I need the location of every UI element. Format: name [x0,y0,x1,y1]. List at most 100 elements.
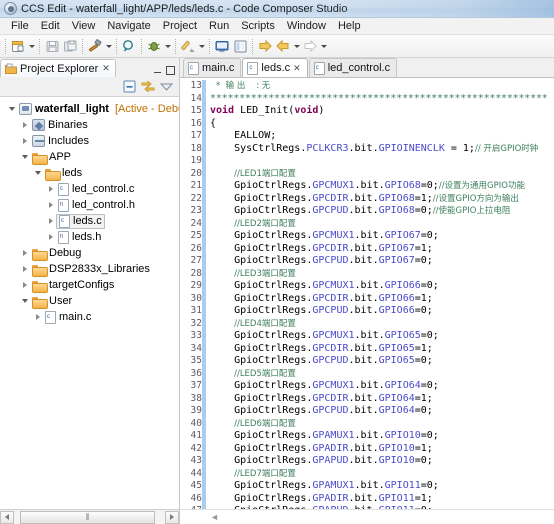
chevron-down-icon[interactable] [19,155,30,159]
code-line[interactable]: EALLOW; [210,130,554,143]
terminal-icon[interactable] [231,37,249,56]
debug-dropdown-icon[interactable] [163,37,172,56]
code-line[interactable]: GpioCtrlRegs.GPCDIR.bit.GPIO65=1; [210,343,554,356]
code-line[interactable]: GpioCtrlRegs.GPCPUD.bit.GPIO66=0; [210,305,554,318]
tree-item-led-control-h[interactable]: led_control.h [0,197,179,213]
tree-item-debug[interactable]: Debug [0,245,179,261]
chevron-right-icon[interactable] [45,218,56,224]
maximize-icon[interactable] [166,66,175,75]
code-line[interactable]: GpioCtrlRegs.GPCMUX1.bit.GPIO68=0;//设置为通… [210,180,554,193]
menu-view[interactable]: View [66,19,102,33]
tab-project-explorer[interactable]: Project Explorer ✕ [0,59,116,77]
code-line[interactable]: GpioCtrlRegs.GPCPUD.bit.GPIO68=0;//使能GPI… [210,205,554,218]
scroll-left-icon[interactable] [0,510,14,524]
chevron-right-icon[interactable] [19,122,30,128]
build-dropdown-icon[interactable] [104,37,113,56]
explorer-scroll-track[interactable]: ⦀ [14,510,165,524]
code-line[interactable]: { [210,118,554,131]
forward-nav-icon[interactable] [256,37,274,56]
code-line[interactable]: //LED7端口配置 [210,468,554,481]
debug-probe-icon[interactable] [120,37,138,56]
scroll-right-icon[interactable] [165,510,179,524]
code-line[interactable]: GpioCtrlRegs.GPCPUD.bit.GPIO65=0; [210,355,554,368]
link-with-editor-icon[interactable] [141,80,155,93]
code-line[interactable]: //LED3端口配置 [210,268,554,281]
chevron-right-icon[interactable] [19,138,30,144]
tree-item-waterfall-light[interactable]: waterfall_light [Active - Debug [0,101,179,117]
chevron-right-icon[interactable] [19,282,30,288]
code-line[interactable]: GpioCtrlRegs.GPCPUD.bit.GPIO64=0; [210,405,554,418]
chevron-right-icon[interactable] [45,234,56,240]
save-all-icon[interactable] [61,37,79,56]
menu-project[interactable]: Project [157,19,203,33]
minimize-icon[interactable] [153,66,162,75]
back-dropdown-icon[interactable] [292,37,301,56]
chevron-right-icon[interactable] [19,266,30,272]
debug-bug-icon[interactable] [145,37,163,56]
chevron-right-icon[interactable] [45,186,56,192]
code-line[interactable] [210,155,554,168]
tree-item-led-control-c[interactable]: led_control.c [0,181,179,197]
code-line[interactable]: GpioCtrlRegs.GPCDIR.bit.GPIO67=1; [210,243,554,256]
project-tree[interactable]: waterfall_light [Active - Debug Binaries In… [0,97,179,509]
code-line[interactable]: GpioCtrlRegs.GPCMUX1.bit.GPIO64=0; [210,380,554,393]
code-line[interactable]: SysCtrlRegs.PCLKCR3.bit.GPIOINENCLK = 1;… [210,143,554,156]
menu-scripts[interactable]: Scripts [235,19,281,33]
code-text[interactable]: * 输 出 : 无 *******************************… [206,78,554,509]
chevron-right-icon[interactable] [32,314,43,320]
tree-item-binaries[interactable]: Binaries [0,117,179,133]
code-line[interactable]: //LED5端口配置 [210,368,554,381]
tree-item-dsp2833x-libraries[interactable]: DSP2833x_Libraries [0,261,179,277]
chevron-right-icon[interactable] [45,202,56,208]
editor-scroll-left-icon[interactable]: ◄ [206,512,219,522]
code-editor[interactable]: 13 14 15 16 17 18 19 20 21 22 23 24 25 26 27 28 29 30 31 32… [180,78,554,509]
code-line[interactable]: GpioCtrlRegs.GPCDIR.bit.GPIO66=1; [210,293,554,306]
new-dropdown-icon[interactable] [27,37,36,56]
back-nav-icon[interactable] [274,37,292,56]
chevron-down-icon[interactable] [19,299,30,303]
code-line[interactable]: GpioCtrlRegs.GPADIR.bit.GPIO10=1; [210,443,554,456]
code-line[interactable]: //LED6端口配置 [210,418,554,431]
code-line[interactable]: GpioCtrlRegs.GPADIR.bit.GPIO11=1; [210,493,554,506]
chevron-down-icon[interactable] [32,171,43,175]
menu-navigate[interactable]: Navigate [101,19,156,33]
save-icon[interactable] [43,37,61,56]
code-line[interactable]: GpioCtrlRegs.GPCDIR.bit.GPIO64=1; [210,393,554,406]
console-icon[interactable] [213,37,231,56]
code-line[interactable]: ****************************************… [210,93,554,106]
menu-run[interactable]: Run [203,19,235,33]
build-hammer-icon[interactable] [86,37,104,56]
next-nav-icon[interactable] [301,37,319,56]
collapse-all-icon[interactable] [123,80,136,93]
code-line[interactable]: //LED2端口配置 [210,218,554,231]
tree-item-leds-h[interactable]: leds.h [0,229,179,245]
tree-item-main-c[interactable]: main.c [0,309,179,325]
code-line[interactable]: void LED_Init(void) [210,105,554,118]
code-line[interactable]: GpioCtrlRegs.GPCMUX1.bit.GPIO65=0; [210,330,554,343]
chevron-right-icon[interactable] [19,250,30,256]
tree-item-leds[interactable]: leds [0,165,179,181]
menu-edit[interactable]: Edit [35,19,66,33]
explorer-scroll-thumb[interactable]: ⦀ [20,510,155,524]
code-line[interactable]: GpioCtrlRegs.GPCMUX1.bit.GPIO66=0; [210,280,554,293]
code-line[interactable]: * 输 出 : 无 [210,80,554,93]
tree-item-app[interactable]: APP [0,149,179,165]
editor-hscrollbar[interactable]: ◄ [180,509,554,524]
run-dropdown-icon[interactable] [197,37,206,56]
code-line[interactable]: GpioCtrlRegs.GPAPUD.bit.GPIO11=0; [210,505,554,509]
close-icon[interactable]: ✕ [293,63,301,74]
tree-item-targetconfigs[interactable]: targetConfigs [0,277,179,293]
close-icon[interactable]: ✕ [102,63,110,74]
editor-tab-leds-c[interactable]: leds.c✕ [242,58,308,77]
run-pen-icon[interactable] [179,37,197,56]
tree-item-user[interactable]: User [0,293,179,309]
explorer-hscrollbar[interactable]: ⦀ [0,509,179,524]
view-menu-icon[interactable] [160,82,173,91]
tree-item-includes[interactable]: Includes [0,133,179,149]
code-line[interactable]: GpioCtrlRegs.GPCPUD.bit.GPIO67=0; [210,255,554,268]
editor-tab-led_control-c[interactable]: led_control.c [308,58,398,77]
code-line[interactable]: //LED4端口配置 [210,318,554,331]
code-line[interactable]: GpioCtrlRegs.GPCMUX1.bit.GPIO67=0; [210,230,554,243]
code-line[interactable]: GpioCtrlRegs.GPAPUD.bit.GPIO10=0; [210,455,554,468]
next-dropdown-icon[interactable] [319,37,328,56]
